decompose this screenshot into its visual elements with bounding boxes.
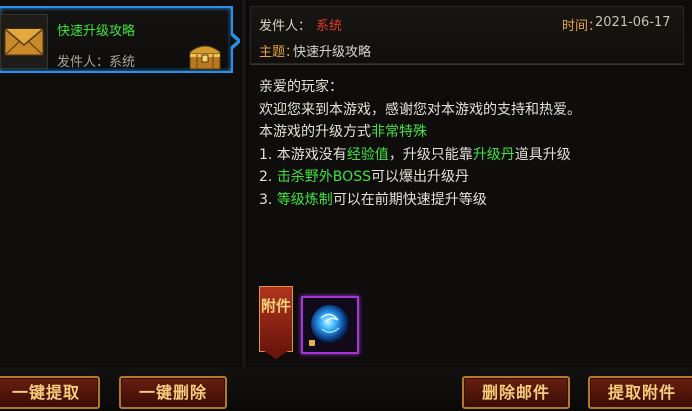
mail-item-sender: 发件人：系统	[57, 55, 136, 70]
subject-value: 快速升级攻略	[293, 45, 372, 60]
body-line: 2. 击杀野外BOSS可以爆出升级丹	[259, 169, 469, 185]
mail-window: 快速升级攻略 发件人：系统 发件人： 系统 时间： 2021-06-17 主题：…	[0, 0, 692, 411]
body-line: 亲爱的玩家：	[259, 79, 343, 95]
body-line: 本游戏的升级方式非常特殊	[259, 124, 427, 140]
sender-label: 发件人：	[259, 19, 312, 34]
list-item[interactable]: 快速升级攻略 发件人：系统	[0, 6, 233, 73]
panel-divider	[240, 0, 248, 411]
lock-icon	[309, 340, 315, 346]
time-value: 2021-06-17	[595, 15, 671, 30]
delete-mail-button[interactable]: 删除邮件	[462, 376, 570, 409]
body-line: 欢迎您来到本游戏，感谢您对本游戏的支持和热爱。	[259, 102, 581, 118]
delete-all-button[interactable]: 一键删除	[119, 376, 227, 409]
envelope-icon	[0, 14, 48, 69]
claim-all-button[interactable]: 一键提取	[0, 376, 100, 409]
sender-value: 系统	[316, 19, 343, 34]
claim-attachment-button[interactable]: 提取附件	[588, 376, 692, 409]
treasure-chest-icon	[187, 40, 223, 72]
body-line: 3. 等级炼制可以在前期快速提升等级	[259, 192, 487, 208]
attachment-slot[interactable]	[301, 296, 359, 354]
blue-orb-icon	[309, 305, 349, 346]
attachment-tag: 附件	[259, 286, 293, 359]
mail-item-title: 快速升级攻略	[57, 24, 136, 39]
header-divider	[250, 64, 684, 65]
mail-list-panel: 快速升级攻略 发件人：系统	[0, 0, 242, 411]
body-line: 1. 本游戏没有经验值，升级只能靠升级丹道具升级	[259, 147, 571, 163]
